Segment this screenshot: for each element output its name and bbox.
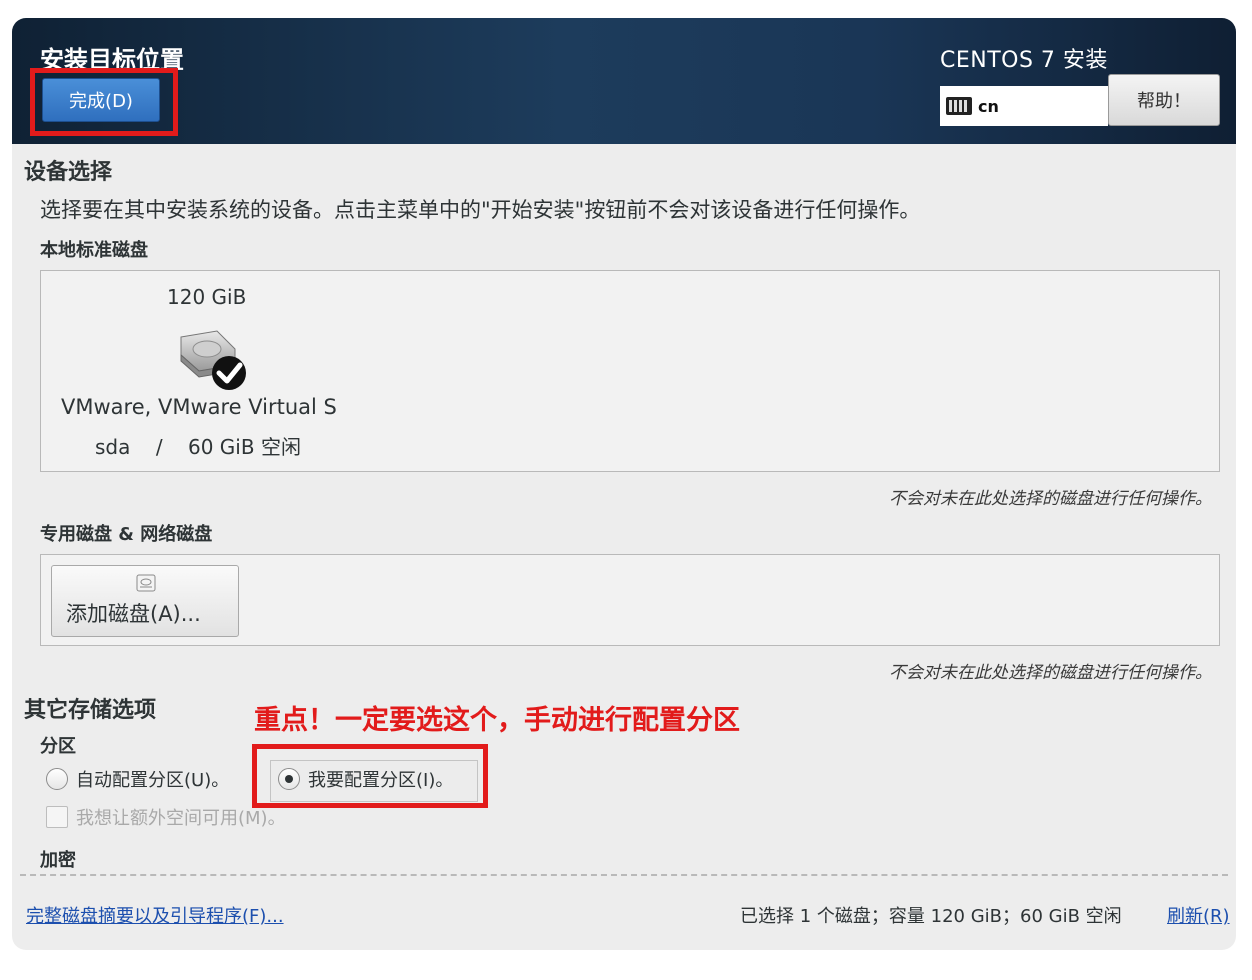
specialized-disks-title: 专用磁盘 & 网络磁盘 [40,524,213,545]
device-selection-description: 选择要在其中安装系统的设备。点击主菜单中的"开始安装"按钮前不会对该设备进行任何… [40,198,921,222]
refresh-link[interactable]: 刷新(R) [1167,902,1230,928]
product-title: CENTOS 7 安装 [940,48,1108,73]
highlight-box-done [30,68,178,136]
disk-free-space: 60 GiB 空闲 [188,435,301,459]
disk-name: VMware, VMware Virtual S [61,395,337,419]
help-button[interactable]: 帮助！ [1108,74,1220,126]
extra-space-checkbox[interactable] [46,806,68,828]
highlight-box-manual [252,744,488,808]
header-bar: 安装目标位置 完成(D) CENTOS 7 安装 cn 帮助！ [12,18,1236,144]
local-disks-note: 不会对未在此处选择的磁盘进行任何操作。 [889,489,1212,509]
device-selection-title: 设备选择 [24,160,113,185]
add-disk-button[interactable]: 添加磁盘(A)... [51,565,239,637]
disk-device: sda [95,435,131,459]
other-storage-title: 其它存储选项 [24,698,157,723]
local-disks-title: 本地标准磁盘 [40,240,148,261]
auto-partition-label: 自动配置分区(U)。 [76,770,230,791]
hard-disk-checked-icon [180,330,246,390]
add-disk-label: 添加磁盘(A)... [66,602,201,626]
disk-icon [136,574,156,592]
auto-partition-option[interactable]: 自动配置分区(U)。 [46,766,229,792]
footer-divider [20,874,1228,876]
disk-item[interactable]: 120 GiB VMware, VMware Virtual S sda / 6… [41,271,381,471]
disk-separator: / [155,435,163,459]
local-disks-panel: 120 GiB VMware, VMware Virtual S sda / 6… [40,270,1220,472]
annotation-text: 重点！一定要选这个，手动进行配置分区 [254,705,740,736]
partition-title: 分区 [40,736,76,757]
specialized-disks-panel: 添加磁盘(A)... [40,554,1220,646]
specialized-disks-note: 不会对未在此处选择的磁盘进行任何操作。 [889,663,1212,683]
disk-detail: sda / 60 GiB 空闲 [95,431,301,460]
extra-space-option[interactable]: 我想让额外空间可用(M)。 [46,804,286,830]
keyboard-layout-label: cn [978,96,999,116]
keyboard-icon [946,97,972,115]
extra-space-label: 我想让额外空间可用(M)。 [76,808,286,829]
keyboard-layout-indicator[interactable]: cn [940,86,1108,126]
disk-size: 120 GiB [167,285,247,309]
auto-partition-radio[interactable] [46,768,68,790]
disk-summary-link[interactable]: 完整磁盘摘要以及引导程序(F)... [26,902,284,928]
installer-window: 安装目标位置 完成(D) CENTOS 7 安装 cn 帮助！ 设备选择 选择要… [12,18,1236,950]
selection-summary: 已选择 1 个磁盘；容量 120 GiB；60 GiB 空闲 [740,906,1122,927]
encryption-title: 加密 [40,850,76,871]
